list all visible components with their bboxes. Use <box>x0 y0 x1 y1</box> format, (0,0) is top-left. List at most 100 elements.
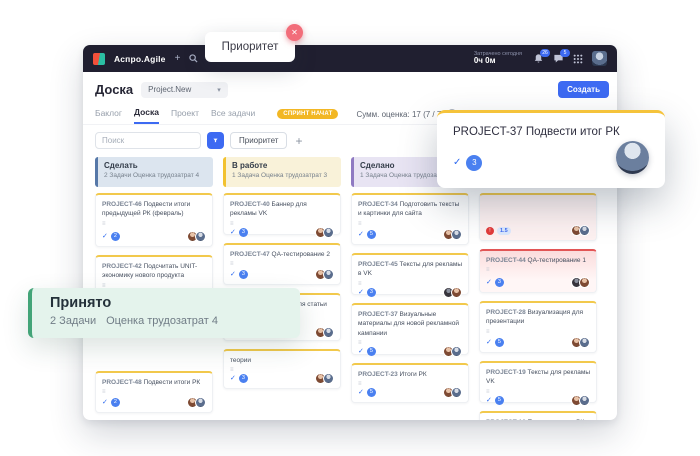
task-title: PROJECT-47 QA-тестирование 2 <box>230 250 334 259</box>
add-filter-button[interactable]: + <box>293 135 304 147</box>
priority-tooltip: Приоритет ✕ <box>205 32 295 62</box>
app-logo-icon <box>93 53 105 65</box>
task-card-footer: !1.5 <box>486 225 590 236</box>
time-value: 0ч 0м <box>474 57 522 66</box>
check-icon: ✓ <box>486 397 492 404</box>
task-id: PROJECT-44 <box>486 257 528 264</box>
task-card-footer: ✓3 <box>230 227 334 238</box>
check-icon: ✓ <box>486 279 492 286</box>
task-card[interactable]: PROJECT-19 Тексты для рекламы VK≡✓5 <box>479 361 597 403</box>
page-title: Доска <box>95 82 133 97</box>
task-title: PROJECT-48 Подвести итоги РК <box>102 378 206 387</box>
task-title: PROJECT-23 Итоги РК <box>358 370 462 379</box>
estimate-badge: 5 <box>367 388 376 397</box>
column-accepted: !1.5PROJECT-44 QA-тестирование 1≡✓3PROJE… <box>479 157 597 420</box>
estimate-badge: 5 <box>495 396 504 405</box>
overdue-icon: ! <box>486 227 494 235</box>
tab-board[interactable]: Доска <box>134 104 159 124</box>
app-name: Аспро.Agile <box>114 54 166 64</box>
task-card[interactable]: PROJECT-16 Подвести итоги РК≡✓ <box>479 411 597 420</box>
estimate-badge: 5 <box>495 338 504 347</box>
tab-project[interactable]: Проект <box>171 105 199 123</box>
task-card[interactable]: !1.5 <box>479 193 597 241</box>
avatar-man <box>451 346 462 357</box>
task-card[interactable]: PROJECT-23 Итоги РК≡✓5 <box>351 363 469 403</box>
task-title: PROJECT-42 Подсчитать UNIT-экономику нов… <box>102 262 206 281</box>
task-title: PROJECT-44 QA-тестирование 1 <box>486 256 590 265</box>
user-avatar[interactable] <box>592 51 607 66</box>
assignee-avatars <box>571 337 590 348</box>
priority-filter-chip[interactable]: Приоритет <box>230 132 287 149</box>
column-meta: 1 Задача Оценка трудозатрат 3 <box>232 172 335 179</box>
description-icon: ≡ <box>230 261 334 267</box>
chevron-down-icon: ▾ <box>217 86 221 94</box>
avatar-man <box>195 231 206 242</box>
filter-button[interactable] <box>207 132 224 149</box>
grid-icon <box>573 54 583 64</box>
page-header: Доска Project.New ▾ Создать <box>83 72 617 102</box>
tab-backlog[interactable]: Баклог <box>95 105 122 123</box>
task-card[interactable]: PROJECT-47 QA-тестирование 2 ≡ ✓3 <box>223 243 341 285</box>
accepted-title: Принято <box>50 295 300 311</box>
topbar: Аспро.Agile + Сп Затрачено сегодня 0ч 0м… <box>83 45 617 72</box>
check-icon: ✓ <box>453 158 461 168</box>
avatar-man <box>451 387 462 398</box>
estimate-badge: 3 <box>239 228 248 237</box>
task-title: PROJECT-16 Подвести итоги РК <box>486 418 590 420</box>
estimate-badge: 3 <box>466 155 482 171</box>
estimate-badge: 2 <box>111 232 120 241</box>
task-id: PROJECT-47 <box>230 251 272 258</box>
task-card[interactable]: теории≡✓3 <box>223 349 341 389</box>
task-card[interactable]: PROJECT-37 Визуальные материалы для ново… <box>351 303 469 355</box>
assignee-avatar <box>616 141 649 174</box>
task-card-footer: ✓3 <box>230 269 334 280</box>
close-icon[interactable]: ✕ <box>286 24 303 41</box>
task-card[interactable]: PROJECT-40 Баннер для рекламы VK≡✓3 <box>223 193 341 235</box>
apps-grid-button[interactable] <box>573 54 583 64</box>
tab-all-tasks[interactable]: Все задачи <box>211 105 255 123</box>
estimate-badge: 5 <box>367 230 376 239</box>
avatar-man <box>323 373 334 384</box>
assignee-avatars <box>571 225 590 236</box>
task-card[interactable]: PROJECT-28 Визуализация для презентации≡… <box>479 301 597 353</box>
assignee-avatars <box>571 277 590 288</box>
task-card-footer: ✓5 <box>486 395 590 406</box>
assignee-avatars <box>187 231 206 242</box>
task-id: PROJECT-48 <box>102 379 144 386</box>
create-button[interactable]: Создать <box>558 81 609 98</box>
task-title: PROJECT-19 Тексты для рекламы VK <box>486 368 590 387</box>
task-card[interactable]: PROJECT-44 QA-тестирование 1≡✓3 <box>479 249 597 293</box>
check-icon: ✓ <box>358 348 364 355</box>
page: Аспро.Agile + Сп Затрачено сегодня 0ч 0м… <box>0 0 700 456</box>
notifications-button[interactable]: 26 <box>533 53 544 64</box>
task-card[interactable]: PROJECT-48 Подвести итоги РК≡✓2 <box>95 371 213 413</box>
messages-button[interactable]: 5 <box>553 53 564 64</box>
description-icon: ≡ <box>358 221 462 227</box>
task-card[interactable]: PROJECT-46 Подвести итоги предыдущей РК … <box>95 193 213 247</box>
check-icon: ✓ <box>102 233 108 240</box>
estimate-badge: 3 <box>239 374 248 383</box>
avatar-man <box>451 229 462 240</box>
task-card[interactable]: PROJECT-45 Тексты для рекламы в VK≡✓3 <box>351 253 469 295</box>
column-title: В работе <box>232 161 335 170</box>
task-id: PROJECT-40 <box>230 201 272 208</box>
task-preview-popup[interactable]: PROJECT-37 Подвести итог РК ✓ 3 <box>437 110 665 188</box>
check-icon: ✓ <box>230 271 236 278</box>
priority-tooltip-label: Приоритет <box>222 41 279 53</box>
task-id: PROJECT-19 <box>486 369 528 376</box>
task-card-footer: ✓3 <box>358 287 462 298</box>
assignee-avatars <box>315 269 334 280</box>
project-selector[interactable]: Project.New ▾ <box>141 82 228 98</box>
task-card[interactable]: PROJECT-34 Подготовить тексты и картинки… <box>351 193 469 245</box>
task-card-footer: ✓5 <box>486 337 590 348</box>
task-id: PROJECT-16 <box>486 419 528 420</box>
column-title: Сделать <box>104 161 207 170</box>
assignee-avatars <box>443 346 462 357</box>
search-icon[interactable] <box>189 54 198 63</box>
task-id: PROJECT-23 <box>358 371 400 378</box>
search-input[interactable] <box>95 132 201 149</box>
avatar-man <box>579 337 590 348</box>
task-popup-footer: ✓ 3 <box>453 151 649 174</box>
check-icon: ✓ <box>230 229 236 236</box>
add-icon[interactable]: + <box>175 54 181 64</box>
